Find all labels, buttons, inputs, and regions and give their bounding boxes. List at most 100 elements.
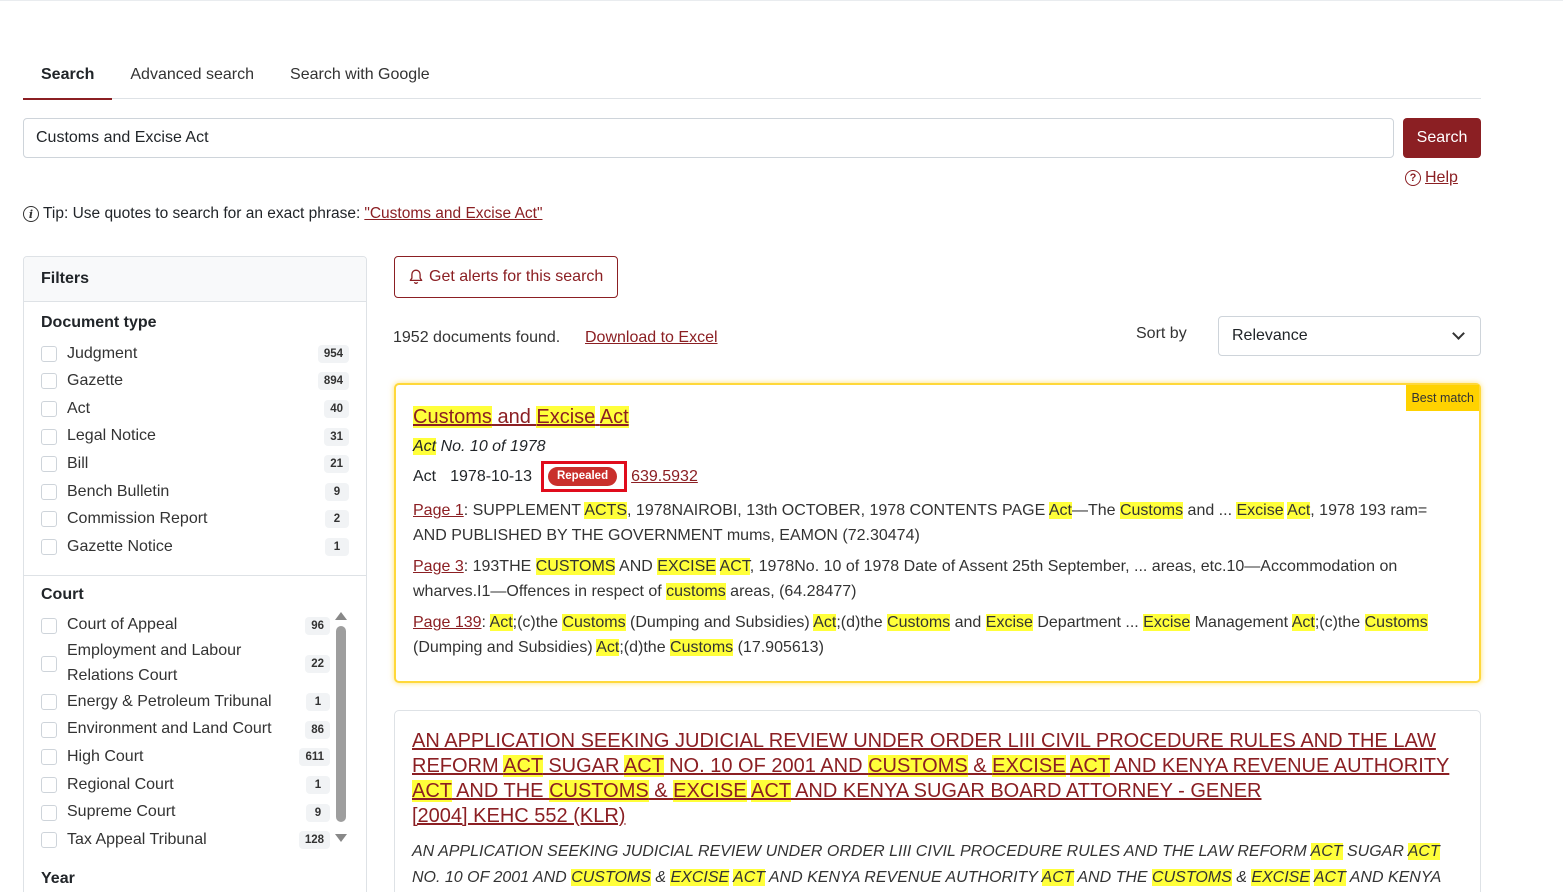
document-type-filter-row[interactable]: Judgment 954: [41, 340, 349, 368]
result-citation: Act No. 10 of 1978: [413, 436, 1462, 458]
get-alerts-label: Get alerts for this search: [429, 268, 604, 285]
highlighted-term: ACT: [503, 755, 543, 777]
scroll-down-arrow-icon[interactable]: [335, 833, 347, 842]
text-segment: SUGAR: [1342, 843, 1408, 860]
court-filter-row[interactable]: Energy & Petroleum Tribunal 1: [41, 688, 330, 716]
text-segment: &: [650, 869, 671, 886]
court-filter-row[interactable]: Supreme Court 9: [41, 799, 330, 827]
tab-advanced-search[interactable]: Advanced search: [112, 50, 272, 99]
document-type-filter-row[interactable]: Gazette Notice 1: [41, 533, 349, 561]
get-alerts-button[interactable]: Get alerts for this search: [394, 256, 619, 298]
document-type-checkbox[interactable]: [41, 428, 57, 445]
court-filter-count: 22: [305, 654, 330, 673]
search-input[interactable]: [23, 118, 1394, 158]
text-segment: AND KENYA SUGAR BOARD ATTORNEY - GENER: [790, 780, 1262, 802]
search-button[interactable]: Search: [1403, 118, 1481, 158]
text-segment: :: [481, 614, 490, 631]
court-filter-row[interactable]: Employment and Labour Relations Court 22: [41, 639, 330, 688]
result-score[interactable]: 639.5932: [631, 466, 698, 488]
result-meta: Act 1978-10-13 Repealed 639.5932: [413, 461, 1462, 492]
result-title-link[interactable]: Customs and Excise Act: [413, 403, 629, 431]
highlighted-term: Customs: [887, 614, 951, 631]
court-filter-row[interactable]: Regional Court 1: [41, 771, 330, 799]
document-type-filter-count: 954: [317, 344, 349, 363]
search-tip: i Tip: Use quotes to search for an exact…: [23, 205, 542, 223]
result-snippet: Page 1: SUPPLEMENT ACTS, 1978NAIROBI, 13…: [413, 498, 1462, 548]
result-title-link[interactable]: AN APPLICATION SEEKING JUDICIAL REVIEW U…: [412, 729, 1463, 804]
result-subtitle-link[interactable]: [2004] KEHC 552 (KLR): [412, 804, 1463, 829]
document-type-filter-label: Judgment: [67, 344, 138, 362]
result-snippet: Page 3: 193THE CUSTOMS AND EXCISE ACT, 1…: [413, 554, 1462, 604]
tab-search[interactable]: Search: [23, 50, 113, 100]
highlighted-term: CUSTOMS: [868, 755, 968, 777]
document-type-checkbox[interactable]: [41, 483, 57, 500]
court-checkbox[interactable]: [41, 832, 57, 849]
court-filter-row[interactable]: Court of Appeal 96: [41, 612, 330, 640]
text-segment: and: [950, 614, 986, 631]
court-scrollbar[interactable]: [335, 611, 347, 848]
text-segment: &: [648, 780, 674, 802]
snippet-page-link[interactable]: Page 1: [413, 502, 464, 519]
court-filter-row[interactable]: Environment and Land Court 86: [41, 716, 330, 744]
question-circle-icon: ?: [1405, 170, 1421, 186]
best-match-badge: Best match: [1406, 385, 1479, 411]
top-divider: [0, 0, 1563, 1]
court-checkbox[interactable]: [41, 694, 57, 711]
court-filter-count: 128: [298, 831, 330, 850]
highlighted-term: Act: [596, 639, 620, 656]
document-type-checkbox[interactable]: [41, 456, 57, 473]
scroll-up-arrow-icon[interactable]: [335, 611, 347, 620]
court-checkbox[interactable]: [41, 804, 57, 821]
document-type-checkbox[interactable]: [41, 373, 57, 390]
court-checkbox[interactable]: [41, 776, 57, 793]
sort-select[interactable]: Relevance: [1218, 316, 1481, 356]
document-type-checkbox[interactable]: [41, 511, 57, 528]
highlighted-term: Act: [599, 406, 629, 428]
download-excel-link[interactable]: Download to Excel: [585, 329, 718, 347]
snippet-page-link[interactable]: Page 3: [413, 558, 464, 575]
results-count: 1952 documents found.: [393, 329, 561, 346]
highlighted-term: EXCISE: [992, 755, 1066, 777]
text-segment: AND KENYA: [1345, 869, 1442, 886]
help-link[interactable]: ? Help: [1405, 169, 1458, 187]
text-segment: : SUPPLEMENT: [463, 502, 585, 519]
highlighted-term: customs: [666, 583, 726, 600]
tab-search-with-google[interactable]: Search with Google: [272, 50, 448, 99]
highlighted-term: Excise: [1143, 614, 1191, 631]
highlighted-term: Customs: [1364, 614, 1428, 631]
court-checkbox[interactable]: [41, 749, 57, 766]
document-type-filter-row[interactable]: Legal Notice 31: [41, 423, 349, 451]
document-type-filter: Document type Judgment 954 Gazette 894 Act 40…: [24, 302, 366, 576]
document-type-filter-row[interactable]: Commission Report 2: [41, 506, 349, 534]
highlighted-term: EXCISE: [670, 869, 730, 886]
search-tabs: Search Advanced search Search with Googl…: [23, 50, 1481, 100]
result-snippet: AN APPLICATION SEEKING JUDICIAL REVIEW U…: [412, 839, 1463, 891]
chevron-down-icon: [1452, 327, 1465, 340]
snippet-page-link[interactable]: Page 139: [413, 614, 482, 631]
text-segment: NO. 10 OF 2001 AND: [412, 869, 572, 886]
highlighted-term: ACT: [1069, 755, 1110, 777]
tip-phrase-link[interactable]: "Customs and Excise Act": [364, 205, 542, 223]
document-type-checkbox[interactable]: [41, 538, 57, 555]
document-type-checkbox[interactable]: [41, 345, 57, 362]
court-checkbox[interactable]: [41, 617, 57, 634]
highlighted-term: Act: [489, 614, 513, 631]
court-filter-label: Tax Appeal Tribunal: [67, 830, 207, 848]
document-type-filter-row[interactable]: Act 40: [41, 395, 349, 423]
document-type-filter-row[interactable]: Bench Bulletin 9: [41, 478, 349, 506]
court-filter-label: Regional Court: [67, 775, 174, 793]
court-checkbox[interactable]: [41, 721, 57, 738]
highlighted-term: ACT: [1313, 869, 1346, 886]
document-type-checkbox[interactable]: [41, 400, 57, 417]
sort-value: Relevance: [1232, 327, 1308, 344]
document-type-filter-row[interactable]: Gazette 894: [41, 368, 349, 396]
text-segment: and: [491, 406, 537, 428]
court-filter-row[interactable]: Tax Appeal Tribunal 128: [41, 826, 330, 854]
court-filter-row[interactable]: High Court 611: [41, 744, 330, 772]
result-snippets: Page 1: SUPPLEMENT ACTS, 1978NAIROBI, 13…: [413, 498, 1462, 660]
scroll-thumb[interactable]: [336, 625, 346, 822]
document-type-filter-count: 9: [325, 482, 349, 501]
court-checkbox[interactable]: [41, 655, 57, 672]
highlighted-term: Act: [1291, 614, 1315, 631]
document-type-filter-row[interactable]: Bill 21: [41, 450, 349, 478]
